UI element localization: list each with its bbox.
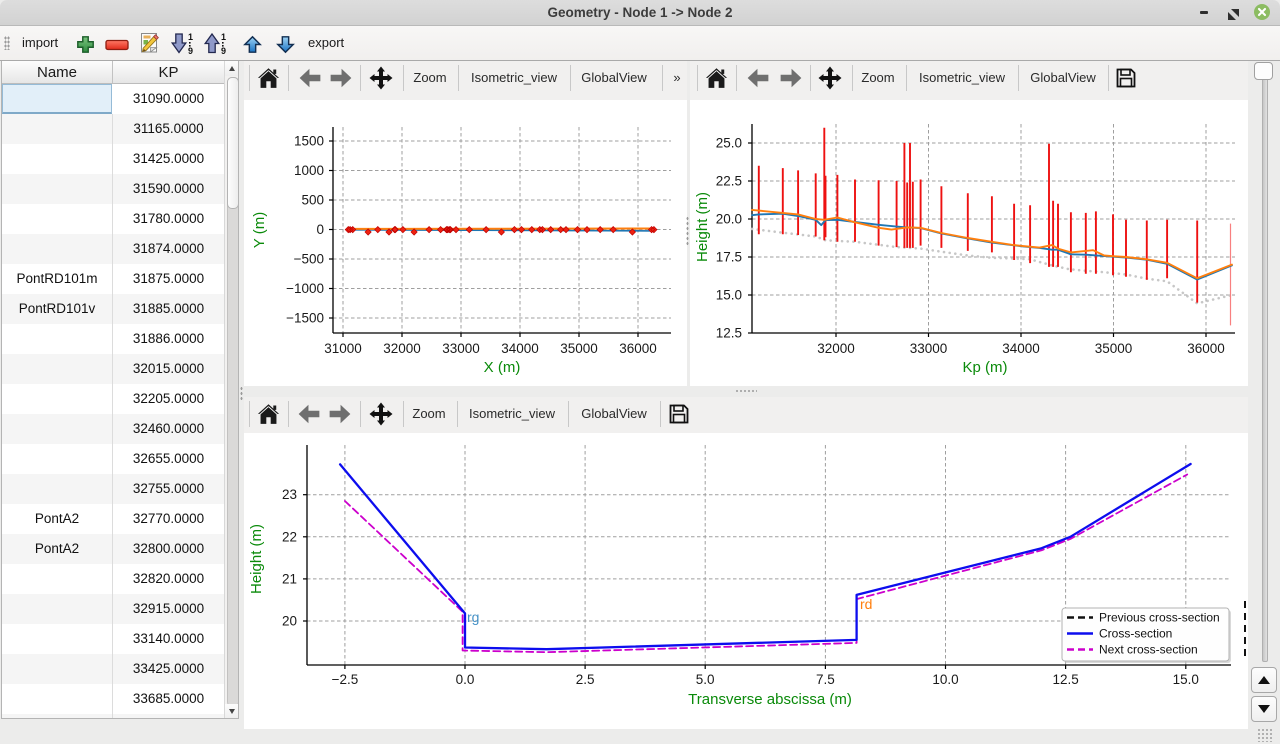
svg-text:20: 20 bbox=[282, 614, 297, 629]
svg-text:−1500: −1500 bbox=[286, 311, 324, 326]
svg-text:25.0: 25.0 bbox=[716, 136, 742, 151]
svg-text:Transverse abscissa (m): Transverse abscissa (m) bbox=[688, 691, 852, 708]
svg-text:1: 1 bbox=[221, 32, 226, 42]
svg-text:35000: 35000 bbox=[1095, 341, 1133, 356]
svg-text:2.5: 2.5 bbox=[576, 672, 595, 687]
svg-text:34000: 34000 bbox=[1002, 341, 1040, 356]
svg-text:−2.5: −2.5 bbox=[332, 672, 359, 687]
svg-text:Next cross-section: Next cross-section bbox=[1099, 643, 1198, 657]
svg-text:Y (m): Y (m) bbox=[251, 212, 268, 248]
svg-text:1000: 1000 bbox=[294, 163, 324, 178]
svg-text:22: 22 bbox=[282, 529, 297, 544]
svg-text:rg: rg bbox=[467, 609, 479, 625]
svg-text:500: 500 bbox=[301, 193, 324, 208]
svg-text:22.5: 22.5 bbox=[716, 174, 742, 189]
svg-text:7.5: 7.5 bbox=[816, 672, 835, 687]
svg-text:33000: 33000 bbox=[442, 341, 480, 356]
svg-text:35000: 35000 bbox=[560, 341, 598, 356]
svg-text:36000: 36000 bbox=[619, 341, 657, 356]
svg-text:Cross-section: Cross-section bbox=[1099, 627, 1172, 641]
svg-text:15.0: 15.0 bbox=[1173, 672, 1199, 687]
svg-text:5.0: 5.0 bbox=[696, 672, 715, 687]
svg-text:32000: 32000 bbox=[817, 341, 855, 356]
svg-text:0.0: 0.0 bbox=[456, 672, 475, 687]
svg-text:−1000: −1000 bbox=[286, 281, 324, 296]
svg-text:1500: 1500 bbox=[294, 134, 324, 149]
svg-text:17.5: 17.5 bbox=[716, 250, 742, 265]
svg-text:15.0: 15.0 bbox=[716, 288, 742, 303]
svg-text:12.5: 12.5 bbox=[1052, 672, 1078, 687]
svg-text:1: 1 bbox=[188, 32, 193, 42]
svg-text:21: 21 bbox=[282, 571, 297, 586]
svg-text:Height (m): Height (m) bbox=[694, 192, 711, 262]
svg-text:X (m): X (m) bbox=[484, 359, 521, 376]
svg-text:33000: 33000 bbox=[910, 341, 948, 356]
svg-text:rd: rd bbox=[860, 596, 872, 612]
svg-text:9: 9 bbox=[188, 46, 193, 55]
svg-text:−500: −500 bbox=[294, 252, 324, 267]
svg-text:20.0: 20.0 bbox=[716, 212, 742, 227]
svg-text:Kp (m): Kp (m) bbox=[963, 359, 1008, 376]
svg-text:36000: 36000 bbox=[1187, 341, 1225, 356]
svg-text:Height (m): Height (m) bbox=[248, 524, 265, 594]
svg-text:12.5: 12.5 bbox=[716, 326, 742, 341]
svg-text:Previous cross-section: Previous cross-section bbox=[1099, 611, 1220, 625]
svg-text:9: 9 bbox=[221, 46, 226, 55]
svg-text:10.0: 10.0 bbox=[932, 672, 958, 687]
svg-text:34000: 34000 bbox=[501, 341, 539, 356]
svg-text:32000: 32000 bbox=[383, 341, 421, 356]
svg-text:23: 23 bbox=[282, 487, 297, 502]
svg-text:31000: 31000 bbox=[324, 341, 362, 356]
svg-text:0: 0 bbox=[316, 222, 324, 237]
